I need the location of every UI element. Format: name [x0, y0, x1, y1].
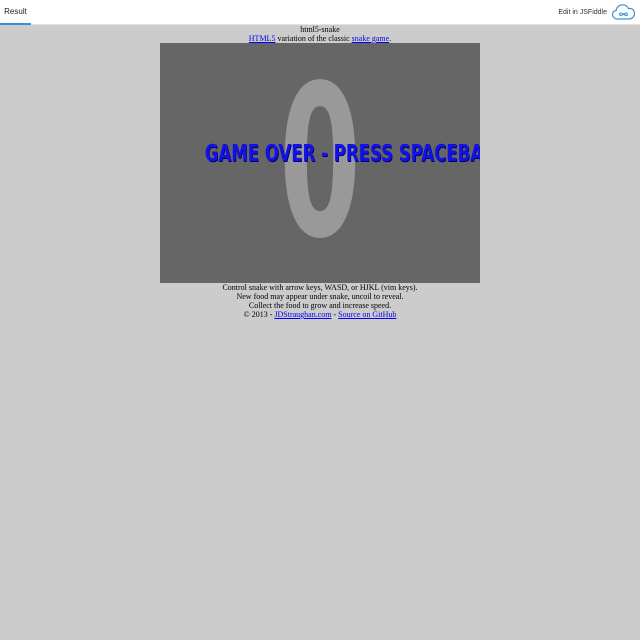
edit-in-jsfiddle-link[interactable]: Edit in JSFiddle — [558, 0, 607, 25]
instructions: Control snake with arrow keys, WASD, or … — [0, 283, 640, 319]
game-over-message: GAME OVER - PRESS SPACEBAR — [204, 141, 480, 167]
tab-result[interactable]: Result — [0, 0, 31, 24]
jsfiddle-toolbar: Result Edit in JSFiddle — [0, 0, 640, 25]
subtitle-text: variation of the classic — [275, 34, 352, 43]
subtitle-period: . — [389, 34, 392, 43]
jdstraughan-link[interactable]: JDStraughan.com — [274, 310, 331, 319]
page-title: html5-snake — [300, 25, 340, 34]
instruction-controls: Control snake with arrow keys, WASD, or … — [222, 283, 418, 292]
instruction-grow: Collect the food to grow and increase sp… — [248, 301, 392, 310]
page-subtitle: HTML5 variation of the classic snake gam… — [0, 34, 640, 43]
result-frame: html5-snake HTML5 variation of the class… — [0, 25, 640, 640]
jsfiddle-cloud-icon[interactable] — [611, 3, 636, 22]
github-source-link[interactable]: Source on GitHub — [338, 310, 396, 319]
copyright-text: © 2013 - — [243, 310, 275, 319]
game-canvas[interactable]: 0 GAME OVER - PRESS SPACEBAR — [160, 43, 480, 283]
html5-link[interactable]: HTML5 — [249, 34, 276, 43]
instruction-food: New food may appear under snake, uncoil … — [236, 292, 404, 301]
snake-game-link[interactable]: snake game — [352, 34, 390, 43]
footer-credits: © 2013 - JDStraughan.com - Source on Git… — [0, 310, 640, 319]
